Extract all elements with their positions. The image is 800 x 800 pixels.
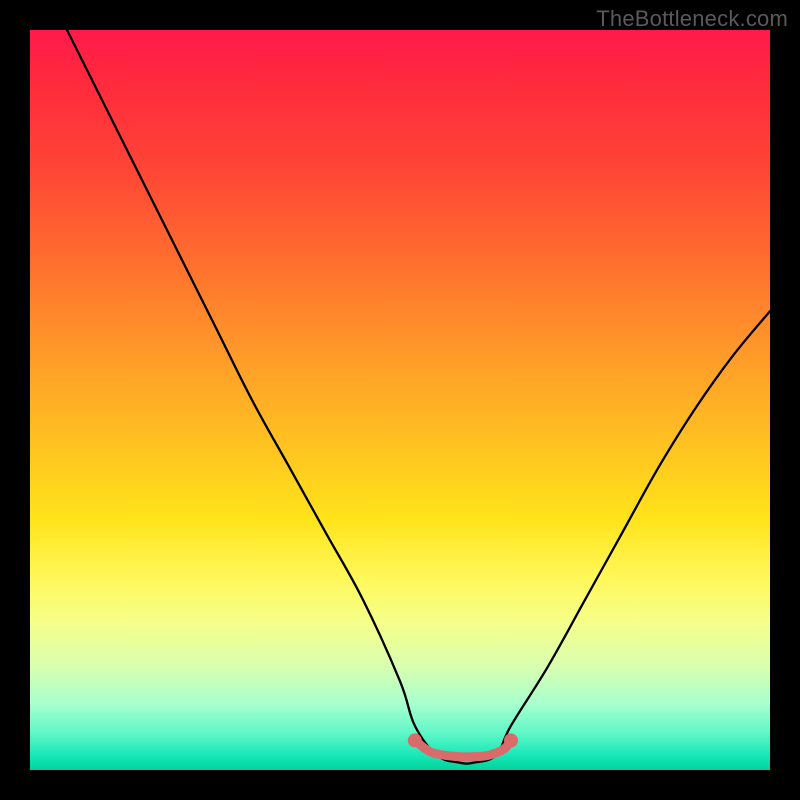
curve-svg — [30, 30, 770, 770]
chart-frame: TheBottleneck.com — [0, 0, 800, 800]
highlight-path — [415, 740, 511, 756]
watermark-text: TheBottleneck.com — [596, 6, 788, 32]
highlight-dot-left — [408, 733, 422, 747]
curve-path — [67, 30, 770, 764]
bottleneck-curve — [67, 30, 770, 764]
highlight-dot-right — [504, 733, 518, 747]
plot-area — [30, 30, 770, 770]
